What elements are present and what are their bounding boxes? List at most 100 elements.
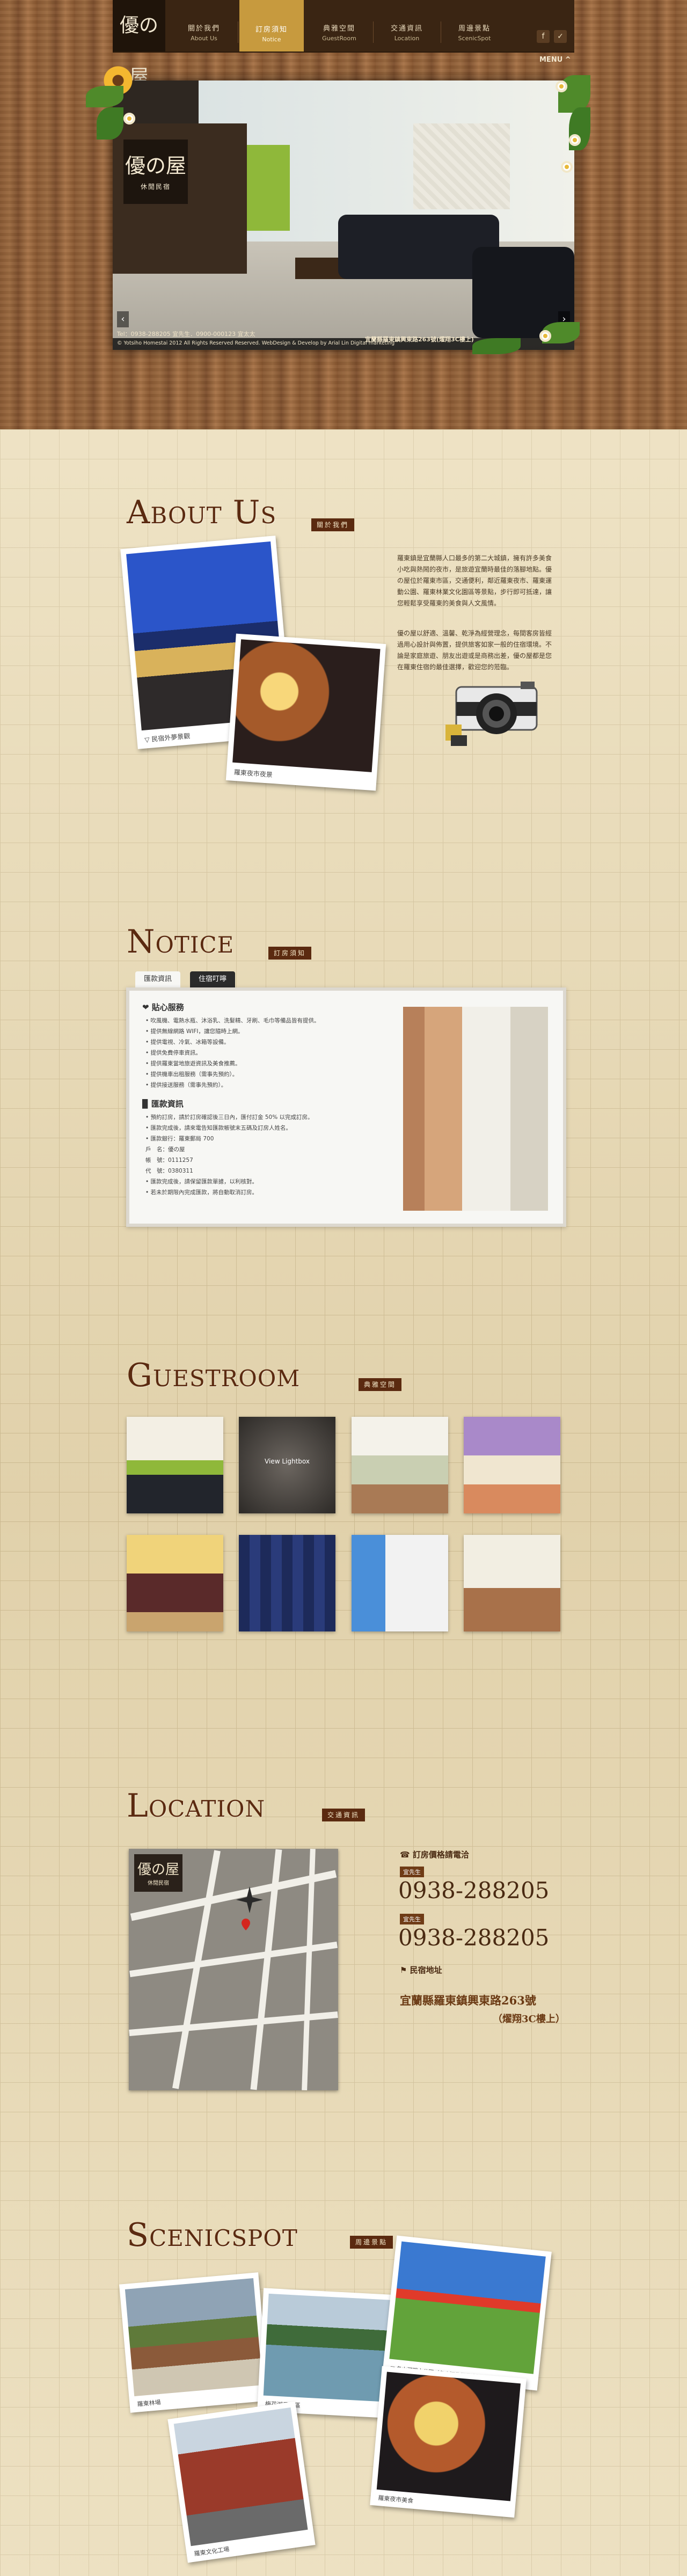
hero-room-wall-panel: [413, 123, 510, 209]
map-road: [302, 1849, 316, 2090]
service-item: • 提供機車出租服務（需事先預約）。: [145, 1071, 238, 1078]
service-item: • 提供羅東當地旅遊資訊及美食推薦。: [145, 1060, 241, 1067]
contact-heading: ☎ 訂房價格請電洽: [400, 1850, 469, 1860]
map-pin-icon[interactable]: [242, 1919, 250, 1930]
flower-icon: [561, 161, 573, 173]
remittance-item: • 匯款銀行：羅東郵局 700: [145, 1136, 214, 1142]
nav-label-zh: 典雅空間: [323, 25, 355, 33]
notice-hallway-photo: [403, 1007, 548, 1211]
about-tag: 關於我們: [311, 518, 355, 531]
room-thumbnail[interactable]: [464, 1535, 560, 1631]
hero-phone-text: Tel：0938-288205 宜先生．0900-000123 宜太太: [117, 331, 255, 338]
nav-label-en: ScenicSpot: [458, 35, 491, 42]
spot-photo-culture-workshop[interactable]: 羅東文化工場: [167, 2401, 316, 2563]
flower-icon: [539, 330, 551, 342]
spot-photo-night-market[interactable]: 羅東夜市美食: [370, 2366, 527, 2518]
nav-label-zh: 交通資訊: [390, 25, 423, 33]
nav-item-notice[interactable]: 訂房須知 Notice: [239, 0, 304, 52]
scenicspot-tag: 周邊景點: [350, 2236, 393, 2249]
hero-slider: 優の屋 休閒民宿 ‹ › Tel：0938-288205 宜先生．0900-00…: [113, 80, 574, 350]
nav-item-guestroom[interactable]: 典雅空間 GuestRoom: [307, 13, 371, 48]
photo-caption: 羅東夜市夜景: [233, 768, 273, 779]
location-tag: 交通資訊: [322, 1809, 366, 1821]
remittance-heading: ▉ 匯款資訊: [142, 1099, 184, 1109]
remittance-item: • 匯款完成後，請保留匯款單據，以利核對。: [145, 1179, 258, 1185]
spot-caption: 羅東文化工場: [193, 2545, 230, 2558]
nav-divider: [373, 21, 374, 43]
spot-photo-river-park[interactable]: ▽ 冬山河親水公園（冬山河生態綠舟）: [382, 2235, 552, 2391]
remittance-item: • 匯款完成後，請來電告知匯款帳號末五碼及訂房人姓名。: [145, 1125, 292, 1131]
service-item: • 提供免費停車資訊。: [145, 1050, 202, 1056]
remittance-item: 帳 號：0111257: [145, 1157, 193, 1163]
address-line-1: 宜蘭縣羅東鎮興東路263號: [400, 1994, 536, 2007]
hero-copyright-text: © Yotsiho Homestai 2012 All Rights Reser…: [117, 340, 395, 346]
about-title: About Us: [127, 494, 277, 531]
address-heading: ⚑ 民宿地址: [400, 1965, 442, 1975]
room-thumbnail[interactable]: [352, 1417, 448, 1513]
nav-label-en: Location: [394, 35, 420, 42]
twitter-icon[interactable]: ✓: [554, 30, 567, 43]
location-map[interactable]: 優の屋 休閒民宿: [129, 1849, 338, 2090]
tab-remittance[interactable]: 匯款資訊: [135, 971, 181, 987]
nav-label-en: GuestRoom: [322, 35, 356, 42]
photo-caption: ▽ 民宿外夢景觀: [144, 732, 191, 744]
flower-icon: [556, 80, 567, 92]
scenicspot-title: Scenicspot: [127, 2216, 298, 2254]
camera-icon: [445, 682, 538, 746]
phone-number[interactable]: 0938-288205: [398, 1877, 549, 1904]
nav-label-zh: 關於我們: [187, 25, 220, 33]
map-logo-text: 優の屋: [137, 1862, 179, 1878]
notice-title: Notice: [127, 923, 235, 961]
leaf-icon: [472, 338, 521, 354]
about-paragraph-2: 優の屋以舒適、溫馨、乾淨為經營理念，每間客房皆經過用心設計與佈置，提供旅客如家一…: [397, 630, 552, 671]
phone-number[interactable]: 0938-288205: [398, 1924, 549, 1951]
compass-icon: [236, 1886, 263, 1913]
about-photo-nightmarket: 羅東夜市夜景: [225, 633, 386, 791]
nav-label-en: Notice: [262, 36, 281, 43]
map-logo-subtitle: 休閒民宿: [148, 1880, 169, 1886]
nav-label-en: About Us: [191, 35, 217, 42]
nav-item-scenicspot[interactable]: 周邊景點 ScenicSpot: [442, 13, 507, 48]
about-paragraph-1: 羅東鎮是宜蘭縣人口最多的第二大城鎮，擁有許多美食小吃與熱鬧的夜市，是旅遊宜蘭時最…: [397, 554, 552, 607]
spot-caption: 羅東夜市美食: [377, 2494, 414, 2505]
leaf-icon: [86, 86, 123, 107]
top-navigation: 優の屋 關於我們 About Us 訂房須知 Notice 典雅空間 Guest…: [113, 0, 574, 88]
nav-logo[interactable]: 優の屋: [113, 0, 165, 88]
flower-icon: [569, 134, 581, 146]
prev-slide-button[interactable]: ‹: [117, 311, 129, 327]
hero-room-doorway: [247, 145, 290, 231]
guestroom-title: Guestroom: [127, 1357, 301, 1394]
map-logo: 優の屋 休閒民宿: [134, 1854, 182, 1892]
notice-tag: 訂房須知: [268, 947, 312, 960]
remittance-item: • 若未於期限內完成匯款，將自動取消訂房。: [145, 1189, 258, 1196]
nav-item-about[interactable]: 關於我們 About Us: [172, 13, 236, 48]
room-thumbnail[interactable]: [239, 1535, 335, 1631]
view-lightbox-button[interactable]: View Lightbox: [239, 1458, 335, 1465]
notice-panel: ❤ 貼心服務 • 吹風機、電熱水瓶、沐浴乳、洗髮精、牙刷、毛巾等備品皆有提供。 …: [126, 987, 566, 1227]
leaf-icon: [97, 107, 123, 140]
room-thumbnail[interactable]: [127, 1417, 223, 1513]
room-thumbnail[interactable]: [464, 1417, 560, 1513]
guestroom-tag: 典雅空間: [359, 1378, 402, 1391]
room-thumbnail[interactable]: [352, 1535, 448, 1631]
hero-logo-text: 優の屋: [125, 154, 186, 178]
room-thumbnail[interactable]: [127, 1535, 223, 1631]
service-item: • 提供無線網路 WIFI，讓您隨時上網。: [145, 1028, 244, 1035]
service-item: • 提供電視、冷氣、冰箱等設備。: [145, 1039, 230, 1045]
remittance-item: 戶 名：優の屋: [145, 1146, 185, 1153]
tab-stay-reminder[interactable]: 住宿叮嚀: [190, 971, 236, 987]
remittance-item: 代 號：0380311: [145, 1168, 193, 1174]
hero-logo-subtitle: 休閒民宿: [140, 183, 171, 191]
facebook-icon[interactable]: f: [537, 30, 550, 43]
hero-address-text: 宜蘭縣羅東鎮興東路263號(燿翔3C樓上): [365, 336, 474, 343]
location-title: Location: [127, 1787, 266, 1825]
service-heading: ❤ 貼心服務: [142, 1002, 184, 1012]
address-line-2: （燿翔3C樓上）: [493, 2014, 565, 2025]
spot-photo-forest-farm[interactable]: 羅東林場: [119, 2272, 269, 2413]
remittance-item: • 預約訂房，請於訂房確認後三日內，匯付訂金 50% 以完成訂房。: [145, 1114, 313, 1121]
room-thumbnail[interactable]: View Lightbox: [239, 1417, 335, 1513]
nav-label-zh: 訂房須知: [255, 26, 288, 34]
service-item: • 吹風機、電熱水瓶、沐浴乳、洗髮精、牙刷、毛巾等備品皆有提供。: [145, 1018, 320, 1024]
menu-toggle[interactable]: MENU ^: [539, 56, 571, 64]
nav-item-location[interactable]: 交通資訊 Location: [375, 13, 439, 48]
